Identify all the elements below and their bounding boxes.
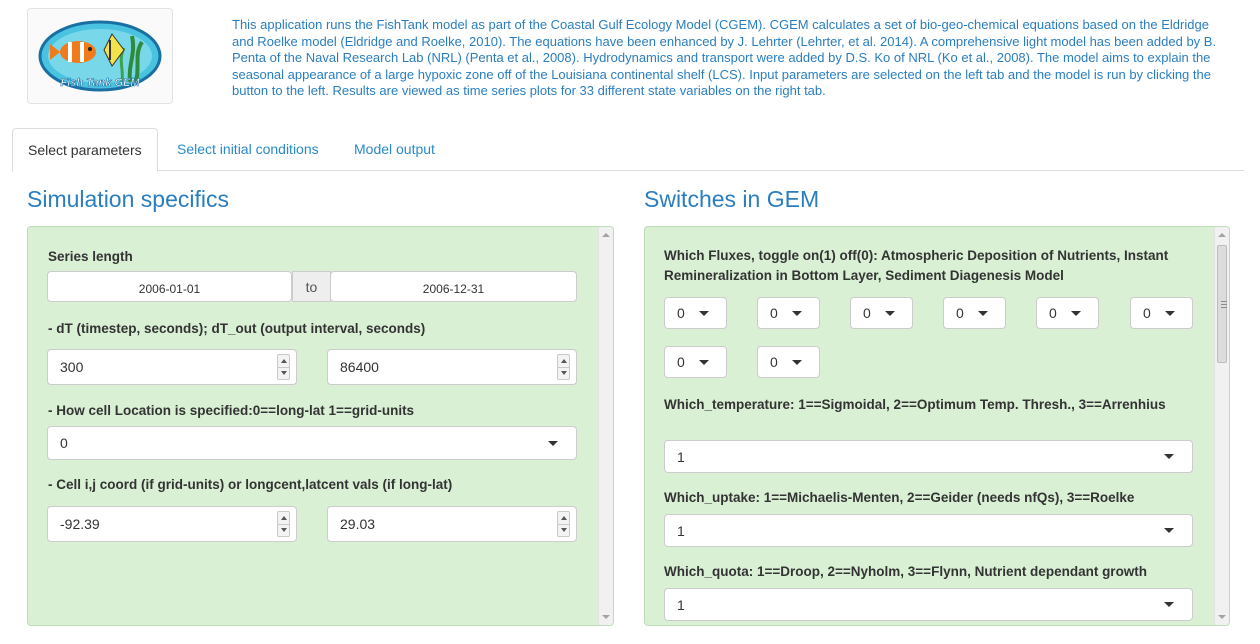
date-start-input[interactable]: 2006-01-01: [47, 271, 292, 302]
chevron-down-icon: [1164, 602, 1174, 607]
flux-select-3-value: 0: [863, 305, 871, 321]
chevron-down-icon: [885, 311, 895, 316]
tab-select-parameters[interactable]: Select parameters: [12, 128, 158, 172]
fish-tank-logo-image: Fish Tank GEM: [38, 20, 162, 92]
flux-select-1-value: 0: [677, 305, 685, 321]
flux-select-7-value: 0: [677, 354, 685, 370]
tab-bar: Select parameters Select initial conditi…: [12, 128, 1244, 172]
uptake-label: Which_uptake: 1==Michaelis-Menten, 2==Ge…: [664, 490, 1135, 505]
flux-select-6-value: 0: [1143, 305, 1151, 321]
simulation-specifics-title: Simulation specifics: [27, 186, 229, 212]
chevron-down-icon: [792, 360, 802, 365]
flux-select-8-value: 0: [770, 354, 778, 370]
location-label: - How cell Location is specified:0==long…: [48, 403, 415, 418]
date-range-separator: to: [292, 271, 331, 302]
coord-i-input[interactable]: -92.39: [47, 506, 297, 542]
chevron-down-icon: [1164, 528, 1174, 533]
dt-label: - dT (timestep, seconds); dT_out (output…: [48, 321, 426, 336]
uptake-select-value: 1: [677, 523, 685, 539]
dt-out-input[interactable]: 86400: [327, 349, 577, 385]
dt-input[interactable]: 300: [47, 349, 297, 385]
chevron-down-icon: [699, 311, 709, 316]
logo: Fish Tank GEM: [27, 8, 173, 104]
scroll-up-icon[interactable]: [1218, 233, 1226, 237]
tab-select-initial-conditions[interactable]: Select initial conditions: [162, 128, 334, 171]
simulation-specifics-panel: Series length 2006-01-01 to 2006-12-31 -…: [27, 226, 614, 626]
chevron-down-icon: [978, 311, 988, 316]
chevron-down-icon: [699, 360, 709, 365]
scrollbar-thumb[interactable]: [1217, 245, 1227, 363]
flux-select-6[interactable]: 0: [1130, 297, 1193, 329]
quota-select[interactable]: 1: [664, 588, 1193, 621]
location-select[interactable]: 0: [47, 426, 577, 460]
flux-select-1[interactable]: 0: [664, 297, 727, 329]
flux-select-7[interactable]: 0: [664, 346, 727, 378]
coord-i-value: -92.39: [60, 516, 100, 532]
flux-select-5-value: 0: [1049, 305, 1057, 321]
coord-j-value: 29.03: [340, 516, 376, 532]
coord-i-spinner[interactable]: [277, 511, 290, 537]
coord-j-spinner[interactable]: [557, 511, 570, 537]
scroll-up-icon[interactable]: [602, 233, 610, 237]
dt-value: 300: [60, 359, 84, 375]
flux-select-2[interactable]: 0: [757, 297, 820, 329]
logo-text: Fish Tank GEM: [60, 77, 140, 89]
right-panel-scrollbar[interactable]: [1214, 227, 1229, 625]
dt-out-value: 86400: [340, 359, 379, 375]
dt-out-spinner[interactable]: [557, 354, 570, 380]
series-length-label: Series length: [48, 249, 133, 264]
fluxes-label: Which Fluxes, toggle on(1) off(0): Atmos…: [664, 248, 1169, 283]
flux-select-8[interactable]: 0: [757, 346, 820, 378]
coord-label: - Cell i,j coord (if grid-units) or long…: [48, 477, 453, 492]
chevron-down-icon: [548, 441, 558, 446]
dt-spinner[interactable]: [277, 354, 290, 380]
flux-select-3[interactable]: 0: [850, 297, 913, 329]
chevron-down-icon: [792, 311, 802, 316]
flux-select-2-value: 0: [770, 305, 778, 321]
coord-j-input[interactable]: 29.03: [327, 506, 577, 542]
temperature-label: Which_temperature: 1==Sigmoidal, 2==Opti…: [664, 397, 1166, 412]
quota-select-value: 1: [677, 597, 685, 613]
date-end-input[interactable]: 2006-12-31: [330, 271, 577, 302]
flux-select-4[interactable]: 0: [943, 297, 1006, 329]
tab-model-output[interactable]: Model output: [339, 128, 450, 171]
temperature-select[interactable]: 1: [664, 440, 1193, 473]
left-panel-scrollbar[interactable]: [598, 227, 613, 625]
intro-text: This application runs the FishTank model…: [232, 17, 1217, 98]
scroll-down-icon[interactable]: [602, 615, 610, 619]
switches-title: Switches in GEM: [644, 186, 820, 212]
temperature-select-value: 1: [677, 449, 685, 465]
chevron-down-icon: [1165, 311, 1175, 316]
uptake-select[interactable]: 1: [664, 514, 1193, 547]
switches-panel: Which Fluxes, toggle on(1) off(0): Atmos…: [644, 226, 1230, 626]
flux-select-5[interactable]: 0: [1036, 297, 1099, 329]
flux-select-4-value: 0: [956, 305, 964, 321]
chevron-down-icon: [1071, 311, 1081, 316]
quota-label: Which_quota: 1==Droop, 2==Nyholm, 3==Fly…: [664, 564, 1148, 579]
chevron-down-icon: [1164, 454, 1174, 459]
location-select-value: 0: [60, 435, 68, 451]
scroll-down-icon[interactable]: [1218, 615, 1226, 619]
